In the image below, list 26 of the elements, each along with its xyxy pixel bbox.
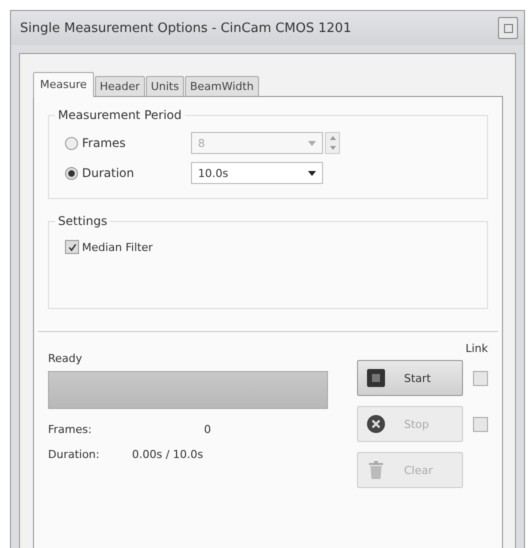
caret-icon [308, 140, 316, 146]
link-label: Link [465, 342, 488, 354]
radio-button[interactable]: Duration [57, 166, 191, 180]
caret-icon [308, 170, 316, 176]
group-title: Settings [55, 214, 110, 228]
tab[interactable]: Units [146, 76, 184, 96]
readout-label: Frames: [48, 423, 93, 436]
window-menu-button[interactable] [498, 17, 518, 39]
status-label: Ready [48, 352, 84, 365]
stop-icon [366, 414, 386, 434]
window-title: Single Measurement Options - CinCam CMOS 1201 [20, 20, 352, 36]
link-checkbox[interactable] [473, 370, 488, 386]
tab[interactable]: Measure [33, 72, 94, 97]
up-arrow-icon [330, 136, 336, 140]
readout-value: 0.00s / 10.0s [132, 448, 204, 461]
readout-value: 0 [203, 423, 211, 436]
checkbox[interactable]: Median Filter [57, 240, 479, 254]
readout-label: Duration: [48, 448, 100, 461]
trash-icon [366, 460, 386, 480]
action-button[interactable]: Start [357, 360, 463, 396]
record-icon [366, 368, 386, 388]
tab[interactable]: Header [94, 76, 145, 96]
down-arrow-icon [330, 146, 336, 150]
group-title: Measurement Period [55, 108, 185, 122]
tab[interactable]: BeamWidth [184, 76, 259, 96]
dropdown-field[interactable]: 10.0s [191, 162, 323, 184]
